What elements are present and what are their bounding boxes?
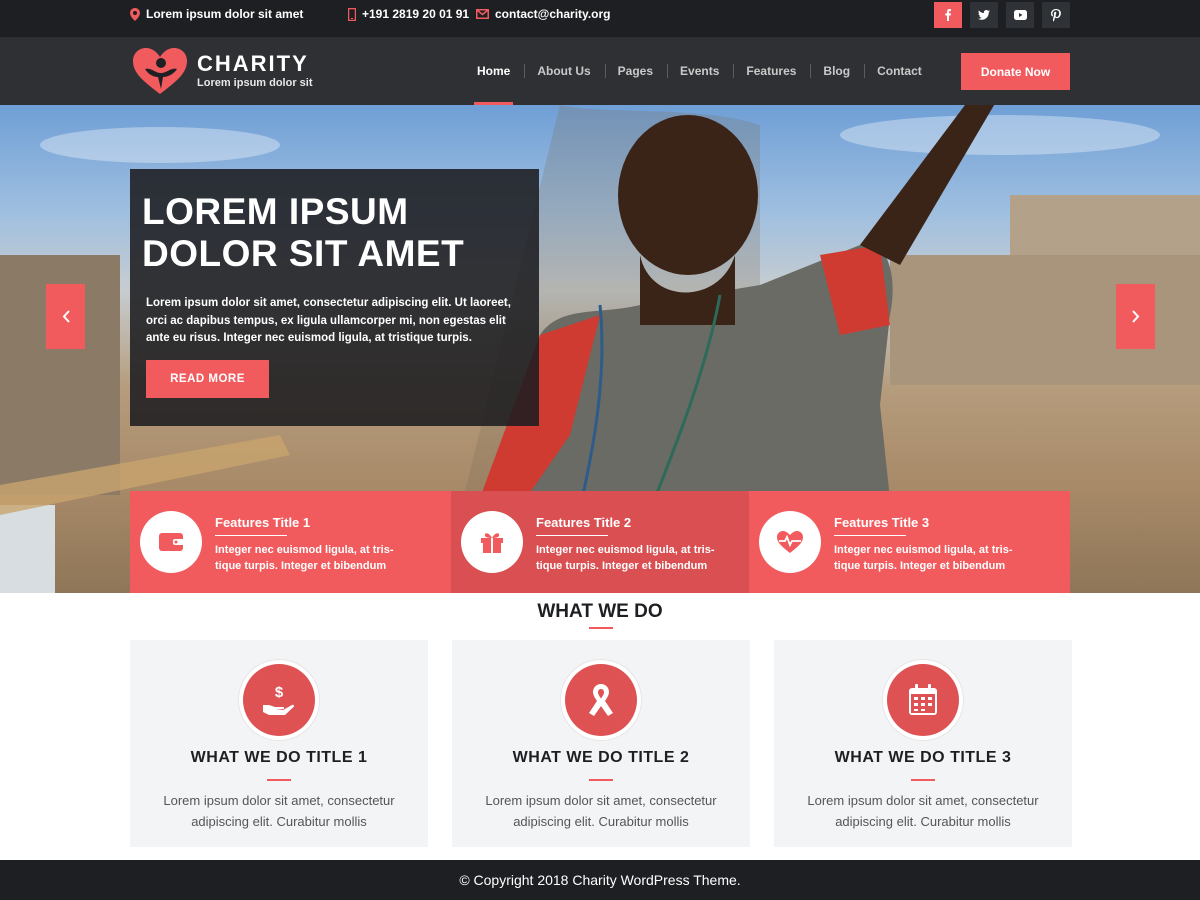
logo-tagline: Lorem ipsum dolor sit (197, 77, 313, 89)
card-underline (911, 779, 935, 781)
main-nav: Home About Us Pages Events Features Blog… (463, 37, 935, 105)
calendar-icon (909, 684, 937, 715)
card-icon-circle: $ (239, 660, 319, 740)
card-icon-circle (883, 660, 963, 740)
nav-item-features[interactable]: Features (732, 37, 809, 105)
heartbeat-icon (777, 531, 803, 553)
facebook-link[interactable] (934, 2, 962, 28)
hero-title: LOREM IPSUM DOLOR SIT AMET (142, 191, 465, 274)
email-text: contact@charity.org (495, 7, 611, 21)
nav-item-about-us[interactable]: About Us (523, 37, 603, 105)
feature-description: Integer nec euismod ligula, at tris-tiqu… (215, 544, 394, 572)
feature-underline (834, 535, 906, 536)
what-we-do-card[interactable]: $ WHAT WE DO TITLE 1 Lorem ipsum dolor s… (130, 640, 428, 847)
logo-text-group: CHARITY Lorem ipsum dolor sit (197, 52, 313, 90)
section-heading-underline (589, 627, 613, 629)
gift-icon (481, 533, 503, 553)
address-text: Lorem ipsum dolor sit amet (146, 7, 304, 21)
what-we-do-card[interactable]: WHAT WE DO TITLE 2 Lorem ipsum dolor sit… (452, 640, 750, 847)
card-text: Lorem ipsum dolor sit amet, consectetur … (807, 793, 1039, 829)
envelope-icon (476, 9, 489, 19)
feature-icon-circle (140, 511, 202, 573)
facebook-icon (945, 9, 951, 21)
heart-hand-logo-icon (133, 48, 187, 94)
top-bar: Lorem ipsum dolor sit amet +191 2819 20 … (0, 0, 1200, 37)
main-header: CHARITY Lorem ipsum dolor sit Home About… (0, 37, 1200, 105)
nav-item-home[interactable]: Home (463, 37, 523, 105)
ribbon-icon (589, 684, 613, 716)
hero-text: Lorem ipsum dolor sit amet, consectetur … (146, 297, 511, 344)
location-pin-icon (130, 7, 140, 21)
logo-title: CHARITY (197, 51, 309, 76)
feature-item[interactable]: Features Title 3 Integer nec euismod lig… (749, 491, 1070, 593)
donation-hand-icon: $ (263, 684, 295, 715)
feature-description: Integer nec euismod ligula, at tris-tiqu… (834, 544, 1013, 572)
feature-description: Integer nec euismod ligula, at tris-tiqu… (536, 544, 715, 572)
card-title: WHAT WE DO TITLE 3 (834, 749, 1012, 766)
pinterest-link[interactable] (1042, 2, 1070, 28)
feature-title: Features Title 2 (536, 515, 632, 530)
svg-text:$: $ (275, 684, 284, 701)
nav-item-events[interactable]: Events (666, 37, 732, 105)
card-text: Lorem ipsum dolor sit amet, consectetur … (163, 793, 395, 829)
card-icon-inner (565, 664, 637, 736)
address-info: Lorem ipsum dolor sit amet (130, 0, 303, 28)
card-underline (267, 779, 291, 781)
pinterest-icon (1051, 8, 1061, 22)
card-title: WHAT WE DO TITLE 2 (512, 749, 690, 766)
copyright-text: © Copyright 2018 Charity WordPress Theme… (459, 872, 741, 888)
youtube-link[interactable] (1006, 2, 1034, 28)
card-underline (589, 779, 613, 781)
nav-item-pages[interactable]: Pages (604, 37, 666, 105)
card-text: Lorem ipsum dolor sit amet, consectetur … (485, 793, 717, 829)
card-icon-circle (561, 660, 641, 740)
card-icon-inner: $ (243, 664, 315, 736)
hero-caption-box: LOREM IPSUM DOLOR SIT AMET Lorem ipsum d… (130, 169, 539, 426)
phone-text: +191 2819 20 01 91 (362, 7, 470, 21)
donate-now-button[interactable]: Donate Now (961, 53, 1070, 90)
site-footer: © Copyright 2018 Charity WordPress Theme… (0, 860, 1200, 900)
feature-title: Features Title 1 (215, 515, 311, 530)
card-title: WHAT WE DO TITLE 1 (190, 749, 368, 766)
feature-title: Features Title 3 (834, 515, 930, 530)
features-strip: Features Title 1 Integer nec euismod lig… (130, 491, 1070, 593)
email-info: contact@charity.org (476, 0, 611, 28)
slider-prev-button[interactable] (46, 284, 85, 349)
phone-icon (348, 7, 356, 21)
feature-item[interactable]: Features Title 1 Integer nec euismod lig… (130, 491, 451, 593)
nav-item-blog[interactable]: Blog (809, 37, 863, 105)
phone-info: +191 2819 20 01 91 (348, 0, 469, 28)
chevron-left-icon (62, 310, 70, 323)
youtube-icon (1013, 10, 1027, 20)
feature-item[interactable]: Features Title 2 Integer nec euismod lig… (451, 491, 749, 593)
read-more-button[interactable]: READ MORE (146, 360, 269, 398)
feature-icon-circle (461, 511, 523, 573)
card-icon-inner (887, 664, 959, 736)
chevron-right-icon (1131, 310, 1139, 323)
feature-icon-circle (759, 511, 821, 573)
wallet-icon (159, 533, 184, 551)
slider-next-button[interactable] (1116, 284, 1155, 349)
section-heading: WHAT WE DO (537, 601, 663, 622)
feature-underline (215, 535, 287, 536)
site-logo[interactable]: CHARITY Lorem ipsum dolor sit (131, 47, 313, 95)
feature-underline (536, 535, 608, 536)
nav-item-contact[interactable]: Contact (863, 37, 935, 105)
twitter-link[interactable] (970, 2, 998, 28)
social-links (934, 2, 1070, 28)
twitter-icon (978, 10, 990, 20)
what-we-do-card[interactable]: WHAT WE DO TITLE 3 Lorem ipsum dolor sit… (774, 640, 1072, 847)
